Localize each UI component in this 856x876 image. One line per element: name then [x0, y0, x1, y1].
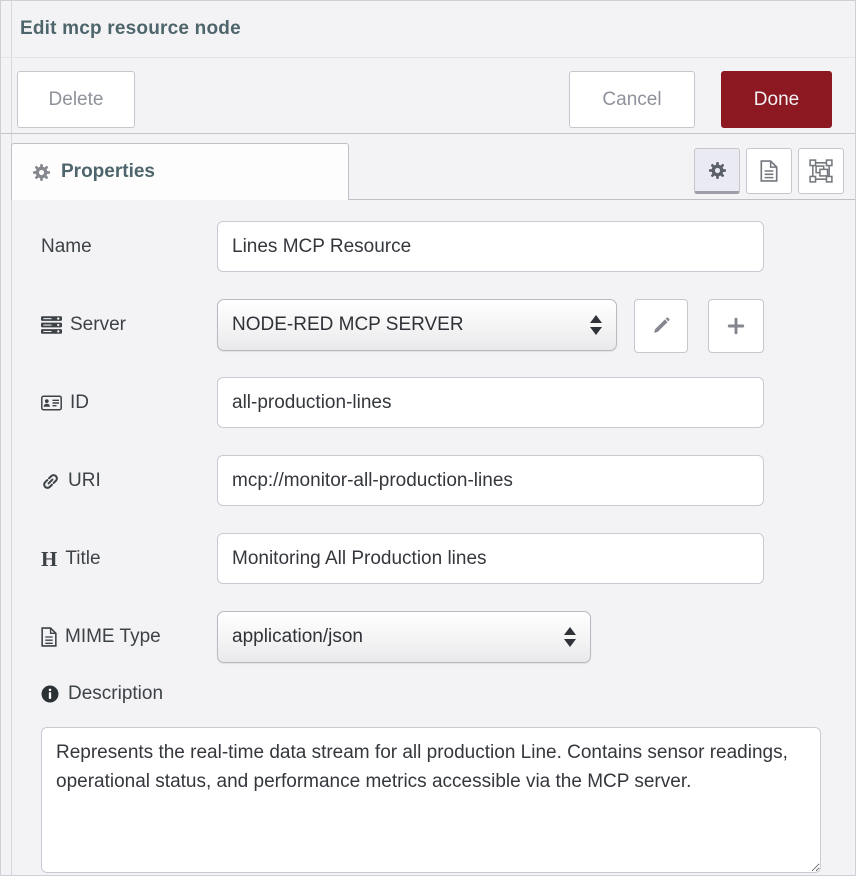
title-label-text: Title	[65, 548, 100, 570]
description-label-text: Description	[68, 683, 163, 705]
select-arrows-icon	[590, 315, 602, 335]
info-circle-icon	[41, 685, 59, 703]
header-icon: H	[41, 549, 57, 570]
tab-properties-label: Properties	[61, 161, 155, 183]
tabbar-divider	[349, 199, 855, 200]
name-label-text: Name	[41, 236, 92, 258]
server-icon	[41, 316, 62, 334]
title-input[interactable]	[217, 533, 764, 584]
edit-server-button[interactable]	[634, 299, 688, 353]
select-arrows-icon	[564, 627, 576, 647]
properties-tab-button[interactable]	[694, 148, 740, 194]
cancel-button[interactable]: Cancel	[569, 71, 695, 128]
link-icon	[41, 472, 60, 491]
done-button[interactable]: Done	[721, 71, 832, 128]
uri-label-text: URI	[68, 470, 101, 492]
mime-type-label-text: MIME Type	[65, 626, 161, 648]
name-input[interactable]	[217, 221, 764, 272]
title-label: H Title	[41, 533, 101, 585]
file-icon	[41, 627, 57, 647]
server-label-text: Server	[70, 314, 126, 336]
file-text-icon	[760, 160, 778, 182]
tab-properties[interactable]: Properties	[11, 143, 349, 200]
id-label-text: ID	[70, 392, 89, 414]
delete-button[interactable]: Delete	[17, 71, 135, 128]
description-textarea[interactable]: Represents the real-time data stream for…	[41, 727, 821, 873]
plus-icon	[727, 317, 745, 335]
mime-type-select[interactable]: application/json	[217, 611, 591, 663]
description-label: Description	[41, 683, 163, 705]
id-card-icon	[41, 394, 62, 412]
mime-type-select-value: application/json	[232, 626, 554, 648]
gear-icon	[32, 163, 51, 182]
dialog-header: Edit mcp resource node	[1, 1, 855, 58]
form-row-description: Represents the real-time data stream for…	[1, 727, 855, 873]
form-row-description-label: Description	[1, 683, 855, 717]
action-button-row: Delete Cancel Done	[1, 58, 855, 134]
uri-label: URI	[41, 455, 101, 507]
mime-type-label: MIME Type	[41, 611, 161, 663]
uri-input[interactable]	[217, 455, 764, 506]
tab-icon-buttons	[694, 148, 844, 194]
gear-icon	[708, 161, 727, 180]
server-select-value: NODE-RED MCP SERVER	[232, 314, 580, 336]
id-label: ID	[41, 377, 89, 429]
server-label: Server	[41, 299, 126, 351]
description-tab-button[interactable]	[746, 148, 792, 194]
add-server-button[interactable]	[708, 299, 764, 353]
appearance-tab-button[interactable]	[798, 148, 844, 194]
object-group-icon	[809, 159, 833, 183]
id-input[interactable]	[217, 377, 764, 428]
edit-node-dialog: Edit mcp resource node Delete Cancel Don…	[0, 0, 856, 876]
name-label: Name	[41, 221, 92, 273]
pencil-icon	[652, 317, 670, 335]
dialog-title: Edit mcp resource node	[20, 18, 241, 40]
server-select[interactable]: NODE-RED MCP SERVER	[217, 299, 617, 351]
